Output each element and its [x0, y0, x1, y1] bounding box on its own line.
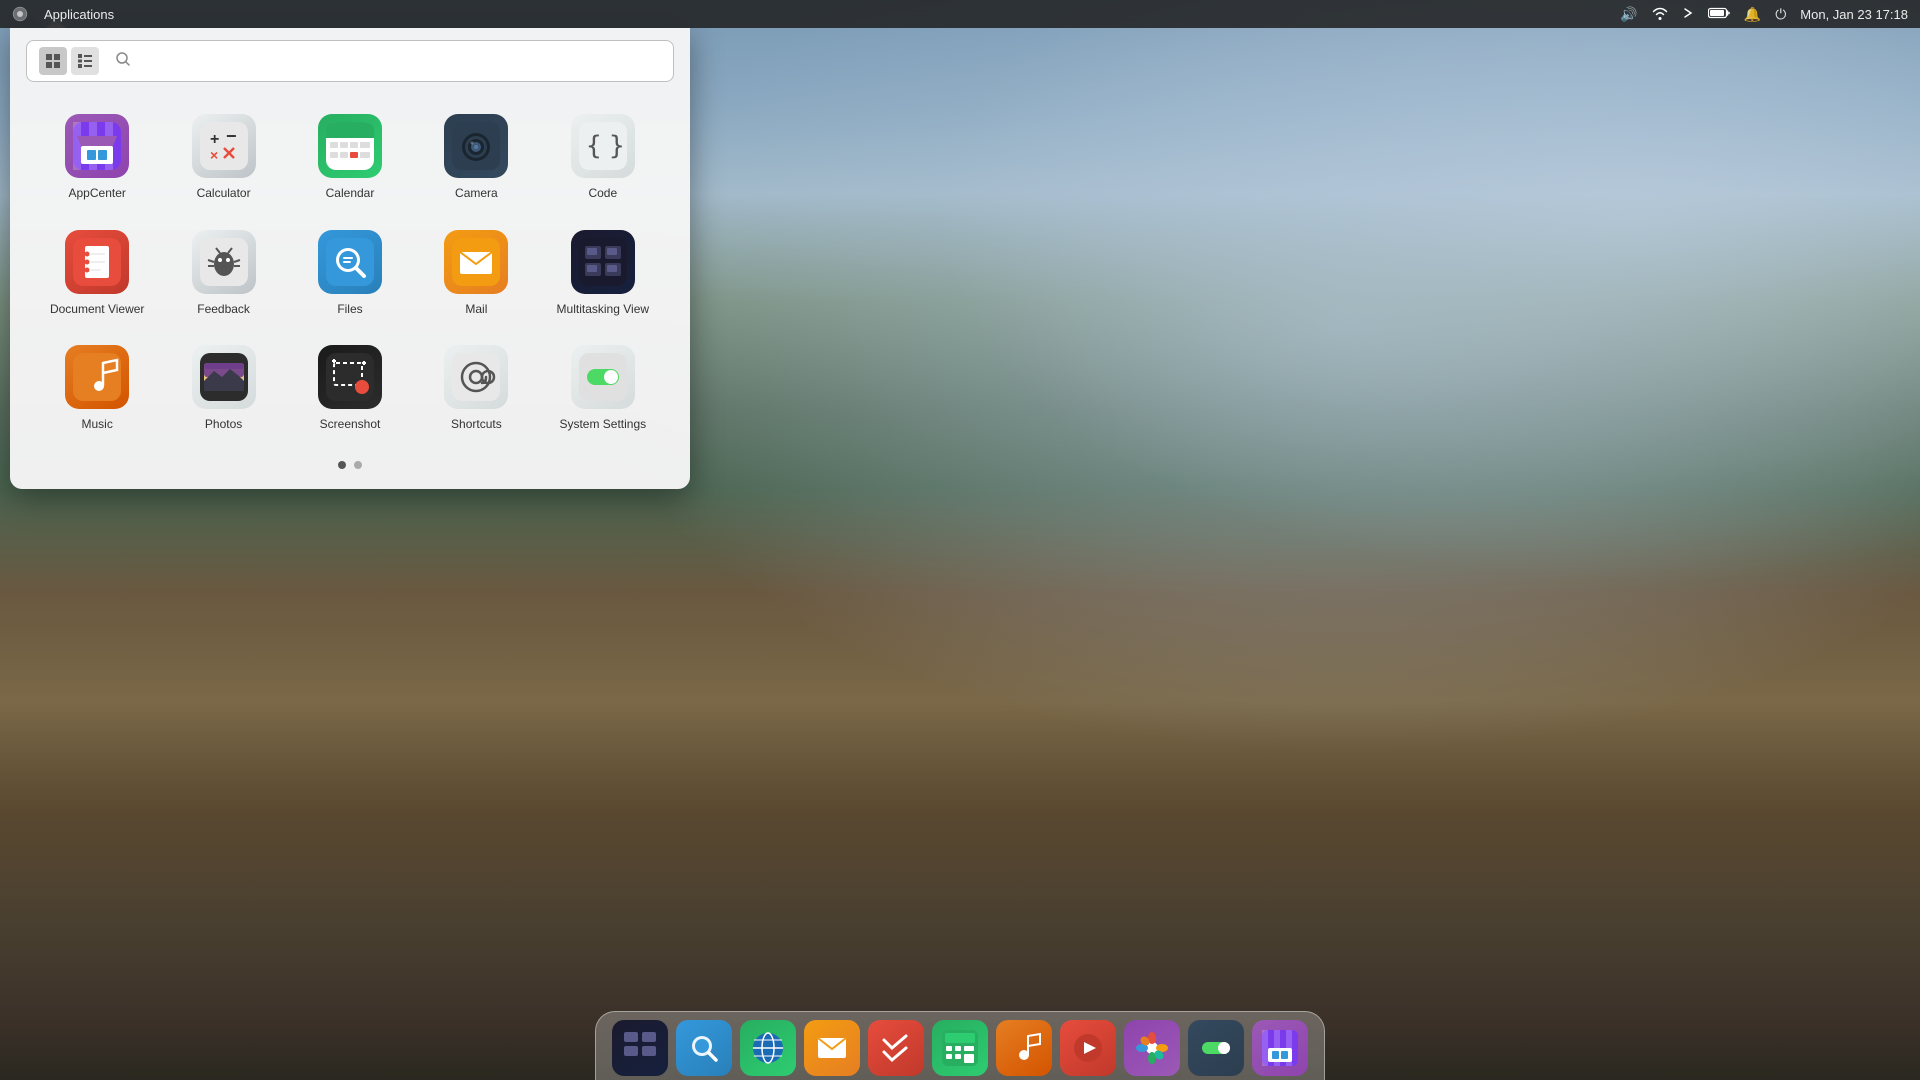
- app-grid: AppCenter + − × Calculator: [26, 98, 674, 445]
- menubar-left: Applications: [12, 6, 114, 22]
- app-item-code[interactable]: { } Code: [540, 98, 666, 214]
- feedback-label: Feedback: [197, 302, 250, 318]
- svg-text:+: +: [210, 131, 219, 148]
- camera-label: Camera: [455, 186, 498, 202]
- app-item-system-settings[interactable]: System Settings: [540, 329, 666, 445]
- datetime: Mon, Jan 23 17:18: [1800, 7, 1908, 22]
- files-label: Files: [337, 302, 362, 318]
- photos-icon: [192, 345, 256, 409]
- system-settings-label: System Settings: [559, 417, 646, 433]
- dock-item-multitask[interactable]: [612, 1020, 668, 1076]
- system-settings-icon: [571, 345, 635, 409]
- multitasking-label: Multitasking View: [557, 302, 649, 318]
- svg-text:{: {: [586, 131, 602, 161]
- app-item-files[interactable]: Files: [287, 214, 413, 330]
- menubar-right: 🔊 🔔 ⏻ Mon, J: [1620, 5, 1908, 24]
- screenshot-icon: [318, 345, 382, 409]
- search-bar: [26, 40, 674, 82]
- app-item-music[interactable]: Music: [34, 329, 160, 445]
- feedback-icon: [192, 230, 256, 294]
- mail-label: Mail: [465, 302, 487, 318]
- dock-item-video[interactable]: [1060, 1020, 1116, 1076]
- battery-icon: [1708, 6, 1730, 22]
- document-viewer-label: Document Viewer: [50, 302, 145, 318]
- app-name[interactable]: Applications: [44, 7, 114, 22]
- power-icon: ⏻: [1775, 6, 1786, 23]
- document-viewer-icon: [65, 230, 129, 294]
- dock-item-toggle[interactable]: [1188, 1020, 1244, 1076]
- view-toggle: [39, 47, 99, 75]
- app-item-mail[interactable]: Mail: [413, 214, 539, 330]
- photos-label: Photos: [205, 417, 242, 433]
- app-launcher: AppCenter + − × Calculator: [10, 28, 690, 489]
- app-item-calculator[interactable]: + − × Calculator: [160, 98, 286, 214]
- dock: [595, 1011, 1325, 1080]
- dock-item-tasks[interactable]: [868, 1020, 924, 1076]
- code-label: Code: [588, 186, 617, 202]
- dock-item-calc[interactable]: [932, 1020, 988, 1076]
- svg-text:}: }: [609, 131, 625, 161]
- app-item-calendar[interactable]: Calendar: [287, 98, 413, 214]
- files-icon: [318, 230, 382, 294]
- calculator-label: Calculator: [197, 186, 251, 202]
- shortcuts-icon: [444, 345, 508, 409]
- bluetooth-icon: [1682, 5, 1694, 24]
- dock-item-appcenter[interactable]: [1252, 1020, 1308, 1076]
- dock-item-music[interactable]: [996, 1020, 1052, 1076]
- app-item-screenshot[interactable]: Screenshot: [287, 329, 413, 445]
- volume-icon: 🔊: [1620, 6, 1637, 23]
- dock-item-search[interactable]: [676, 1020, 732, 1076]
- wifi-icon: [1652, 6, 1668, 23]
- dock-item-browser[interactable]: [740, 1020, 796, 1076]
- app-menu-icon: [12, 6, 28, 22]
- pagination: [26, 461, 674, 469]
- app-item-multitasking[interactable]: Multitasking View: [540, 214, 666, 330]
- notification-icon: 🔔: [1744, 6, 1761, 23]
- pagination-dot-2[interactable]: [354, 461, 362, 469]
- svg-text:−: −: [226, 126, 237, 146]
- music-label: Music: [82, 417, 113, 433]
- search-icon: [115, 51, 131, 72]
- calculator-icon: + − ×: [192, 114, 256, 178]
- app-item-document-viewer[interactable]: Document Viewer: [34, 214, 160, 330]
- list-view-button[interactable]: [71, 47, 99, 75]
- dock-item-photos[interactable]: [1124, 1020, 1180, 1076]
- music-icon: [65, 345, 129, 409]
- camera-icon: [444, 114, 508, 178]
- app-item-feedback[interactable]: Feedback: [160, 214, 286, 330]
- appcenter-icon: [65, 114, 129, 178]
- appcenter-label: AppCenter: [69, 186, 126, 202]
- code-icon: { }: [571, 114, 635, 178]
- screenshot-label: Screenshot: [320, 417, 381, 433]
- shortcuts-label: Shortcuts: [451, 417, 502, 433]
- app-item-appcenter[interactable]: AppCenter: [34, 98, 160, 214]
- grid-view-button[interactable]: [39, 47, 67, 75]
- pagination-dot-1[interactable]: [338, 461, 346, 469]
- app-item-photos[interactable]: Photos: [160, 329, 286, 445]
- dock-item-mail[interactable]: [804, 1020, 860, 1076]
- menubar: Applications 🔊 �: [0, 0, 1920, 28]
- app-item-camera[interactable]: Camera: [413, 98, 539, 214]
- search-input[interactable]: [139, 53, 661, 70]
- svg-text:×: ×: [210, 147, 218, 163]
- app-item-shortcuts[interactable]: Shortcuts: [413, 329, 539, 445]
- calendar-label: Calendar: [326, 186, 375, 202]
- calendar-icon: [318, 114, 382, 178]
- mail-icon: [444, 230, 508, 294]
- multitasking-icon: [571, 230, 635, 294]
